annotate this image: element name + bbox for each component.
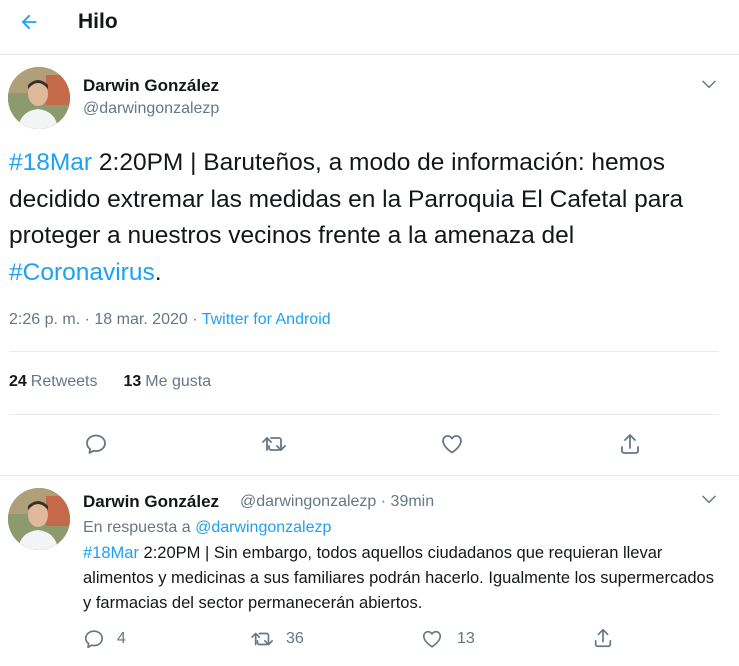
retweet-count: 36 <box>286 630 304 647</box>
author-name[interactable]: Darwin González <box>83 492 219 512</box>
divider <box>9 351 719 352</box>
tweet-text: #18Mar 2:20PM | Sin embargo, todos aquel… <box>83 541 723 616</box>
reply-to-link[interactable]: @darwingonzalezp <box>195 519 331 536</box>
like-button[interactable]: 13 <box>421 628 475 650</box>
reply-button[interactable]: 4 <box>83 628 126 650</box>
author-name[interactable]: Darwin González <box>83 76 219 96</box>
main-tweet: Darwin González @darwingonzalezp #18Mar … <box>0 56 739 476</box>
reply-button[interactable] <box>84 432 108 456</box>
retweets-stat[interactable]: 24 Retweets <box>9 373 98 391</box>
chevron-down-icon <box>702 80 716 89</box>
likes-label: Me gusta <box>145 373 212 390</box>
chevron-down-icon <box>702 495 716 504</box>
retweet-icon <box>251 632 273 646</box>
tweet-text-body: 2:20PM | Baruteños, a modo de informació… <box>9 149 684 249</box>
tweet-text-body: 2:20PM | Sin embargo, todos aquellos ciu… <box>83 544 714 612</box>
tweet-text-end: . <box>154 258 162 286</box>
share-button[interactable] <box>592 627 614 649</box>
retweet-button[interactable]: 36 <box>250 628 304 650</box>
author-handle[interactable]: @darwingonzalezp <box>83 100 219 118</box>
author-handle-time[interactable]: @darwingonzalezp · 39min <box>240 493 434 511</box>
retweets-label: Retweets <box>30 373 98 390</box>
tweet-source-link[interactable]: Twitter for Android <box>202 311 331 328</box>
likes-stat[interactable]: 13 Me gusta <box>124 373 212 391</box>
more-options-button[interactable] <box>699 489 719 509</box>
retweet-icon <box>262 437 286 451</box>
hashtag-link[interactable]: #18Mar <box>9 149 92 176</box>
reply-prefix: En respuesta a <box>83 519 196 536</box>
retweets-count: 24 <box>9 373 27 390</box>
more-options-button[interactable] <box>699 74 719 94</box>
hashtag-link[interactable]: #18Mar <box>83 544 139 562</box>
likes-count: 13 <box>123 373 142 390</box>
reply-tweet[interactable]: Darwin González @darwingonzalezp · 39min… <box>0 477 739 666</box>
share-icon <box>594 628 612 648</box>
reply-icon <box>86 434 106 454</box>
share-button[interactable] <box>618 432 642 456</box>
retweet-button[interactable] <box>261 432 289 456</box>
like-count: 13 <box>457 630 475 647</box>
page-title: Hilo <box>78 10 118 33</box>
reply-count: 4 <box>117 630 126 647</box>
reply-icon <box>84 630 104 649</box>
avatar[interactable] <box>8 67 70 129</box>
tweet-meta: 2:26 p. m. · 18 mar. 2020 · Twitter for … <box>9 311 331 329</box>
tweet-stats: 24 Retweets 13 Me gusta <box>9 373 211 391</box>
reply-context: En respuesta a @darwingonzalezp <box>83 519 331 537</box>
tweet-text: #18Mar 2:20PM | Baruteños, a modo de inf… <box>9 145 724 291</box>
back-button[interactable] <box>16 9 42 35</box>
divider <box>9 414 719 415</box>
like-button[interactable] <box>440 432 464 456</box>
hashtag-link[interactable]: #Coronavirus <box>9 259 155 286</box>
tweet-timestamp[interactable]: 2:26 p. m. · 18 mar. 2020 · <box>9 311 202 328</box>
share-icon <box>621 434 639 454</box>
avatar[interactable] <box>8 488 70 550</box>
heart-icon <box>442 435 462 454</box>
arrow-left-icon <box>21 14 37 30</box>
heart-icon <box>422 630 442 648</box>
thread-header: Hilo <box>0 0 739 55</box>
